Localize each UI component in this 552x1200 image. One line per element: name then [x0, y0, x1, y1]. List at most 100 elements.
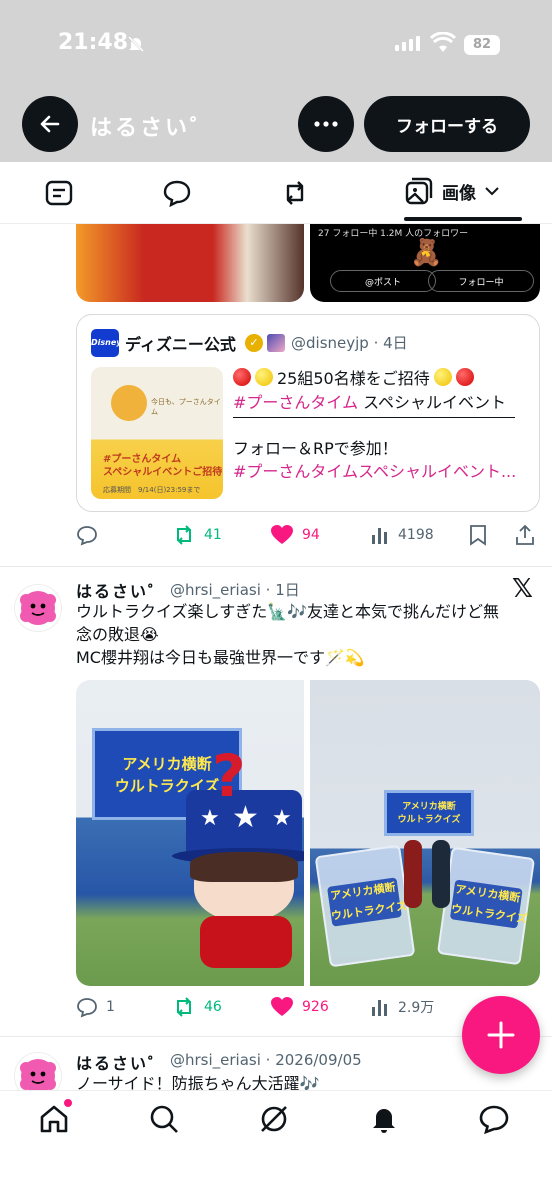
tweet-author-name-text: はるさい	[76, 1054, 149, 1073]
bell-muted-icon	[128, 36, 144, 52]
search-icon[interactable]	[148, 1103, 180, 1135]
images-tab-icon	[405, 177, 433, 205]
compose-post-button[interactable]	[462, 996, 540, 1074]
heart-filled-icon	[271, 525, 293, 544]
quiz-card-logo: アメリカ横断 ウルトラクイズ	[327, 877, 408, 927]
tweet-photo-plush[interactable]: アメリカ横断 ウルトラクイズ ★ ★ ★ ?	[76, 680, 304, 986]
tweet-divider	[0, 566, 552, 567]
grok-icon[interactable]	[258, 1103, 290, 1135]
profile-title-mark: ゜	[190, 116, 216, 141]
pooh-illustration-icon	[111, 385, 147, 421]
notifications-bell-icon[interactable]	[368, 1103, 400, 1135]
views-count: 4198	[398, 527, 434, 543]
quote-author-name: ディズニー公式	[125, 335, 236, 354]
back-button[interactable]	[22, 96, 78, 152]
messages-icon[interactable]	[478, 1103, 510, 1135]
quoted-tweet-card[interactable]: Disney ディズニー公式 ✓ @disneyjp · 4日 今日も、プーさん…	[76, 314, 540, 512]
tweet-author-name: はるさい゜	[76, 578, 166, 602]
tweet-text-line: 念の敗退😭	[76, 625, 159, 644]
quiz-card-logo: アメリカ横断 ウルトラクイズ	[449, 879, 528, 929]
tab-images[interactable]: 画像	[404, 176, 500, 206]
reply-icon	[77, 526, 97, 546]
tweet-author-name-mark: ゜	[148, 1054, 167, 1073]
status-time: 21:48	[58, 30, 129, 55]
question-mark-icon: ?	[212, 742, 246, 810]
profile-media-page: 21:48 82 はるさい゜ フォローする 画像 27 フォロー中 1.2M 人…	[0, 0, 552, 1200]
retweet-count: 41	[204, 527, 222, 543]
quote-line-2-rest: スペシャルイベント	[358, 393, 507, 412]
quiz-card: アメリカ横断 ウルトラクイズ	[436, 846, 536, 966]
follow-button[interactable]: フォローする	[364, 96, 530, 152]
prev-tweet-image-right[interactable]: 27 フォロー中 1.2M 人のフォロワー 🧸 @ポスト フォロー中	[310, 224, 540, 302]
quote-line-2: #プーさんタイム スペシャルイベント	[233, 389, 515, 418]
tweet-text-line: ノーサイド！防振ちゃん大活躍🎶	[76, 1074, 320, 1090]
bottom-navigation	[0, 1090, 552, 1200]
quote-line-1-text: 25組50名様をご招待	[277, 369, 430, 388]
heart-filled-icon	[271, 997, 293, 1016]
reply-button[interactable]	[76, 520, 106, 550]
media-filter-tabs: 画像	[0, 162, 552, 224]
like-button[interactable]: 926	[270, 992, 329, 1022]
quote-handle-time: @disneyjp · 4日	[291, 334, 408, 352]
views-button[interactable]: 2.9万	[370, 992, 434, 1022]
red-circle-icon	[233, 368, 251, 386]
hashtag-link[interactable]: #プーさんタイムスペシャルイベント...	[233, 458, 529, 482]
prev-image-post-button: @ポスト	[330, 270, 436, 292]
bear-illustration-icon: 🧸	[410, 238, 443, 268]
person-figure	[432, 840, 450, 908]
bookmark-icon[interactable]	[468, 524, 488, 546]
tweet-text-line: MC櫻井翔は今日も最強世界一です🪄💫	[76, 648, 365, 667]
share-icon[interactable]	[514, 524, 536, 546]
tweet-text: ノーサイド！防振ちゃん大活躍🎶	[76, 1072, 542, 1090]
thumb-caption: 今日も、プーさんタイム	[151, 398, 221, 416]
reply-icon	[77, 998, 97, 1018]
tweet-photo-stage[interactable]: アメリカ横断 ウルトラクイズ アメリカ横断 ウルトラクイズ アメリカ横断 ウルト…	[310, 680, 540, 986]
retweet-icon	[177, 997, 191, 1017]
thumb-footer: 応募期間 9/14(日)23:59まで	[103, 486, 201, 494]
posts-tab-icon[interactable]	[44, 178, 74, 208]
retweet-button[interactable]: 41	[172, 520, 222, 550]
avatar[interactable]	[14, 584, 62, 632]
reposts-tab-icon[interactable]	[280, 178, 310, 208]
like-count: 94	[302, 527, 320, 543]
tweet-author-name: はるさい゜	[76, 1050, 166, 1074]
home-icon[interactable]	[38, 1103, 70, 1135]
tweet-actions: 41 94 4198	[76, 520, 540, 550]
plush-body	[200, 916, 292, 968]
notification-dot	[64, 1099, 72, 1107]
views-chart-icon	[372, 528, 387, 544]
yellow-circle-icon	[255, 368, 273, 386]
wifi-icon	[430, 32, 456, 52]
stage-sign-far: アメリカ横断 ウルトラクイズ	[384, 790, 474, 836]
prev-tweet-image-left[interactable]	[76, 224, 304, 302]
replies-tab-icon[interactable]	[162, 178, 192, 208]
tweet-author-name-mark: ゜	[148, 582, 167, 601]
red-circle-icon	[455, 368, 474, 386]
plus-icon	[487, 1021, 515, 1049]
quote-thumbnail: 今日も、プーさんタイム #プーさんタイム スペシャルイベントご招待 応募期間 9…	[91, 367, 223, 499]
more-options-button[interactable]	[298, 96, 354, 152]
quote-line-1: 25組50名様をご招待	[233, 365, 474, 389]
pink-character-avatar-icon	[20, 591, 56, 625]
quote-avatar: Disney	[91, 329, 121, 357]
views-chart-icon	[372, 1000, 387, 1016]
prev-image-following-button: フォロー中	[428, 270, 534, 292]
views-count: 2.9万	[398, 1000, 435, 1016]
verified-badge-icon: ✓	[245, 334, 263, 352]
like-count: 926	[302, 999, 329, 1015]
like-button[interactable]: 94	[270, 520, 320, 550]
retweet-button[interactable]: 46	[172, 992, 222, 1022]
hashtag-link[interactable]: #プーさんタイム	[233, 393, 358, 412]
cellular-signal-icon	[395, 36, 420, 51]
retweet-count: 46	[204, 999, 222, 1015]
quiz-card: アメリカ横断 ウルトラクイズ	[314, 844, 416, 968]
reply-button[interactable]: 1	[76, 992, 115, 1022]
more-dots-icon	[314, 121, 338, 127]
tweet-author-name-text: はるさい	[76, 582, 149, 601]
tweet-handle-time: @hrsi_eriasi · 1日	[170, 581, 300, 599]
profile-title-text: はるさい	[90, 116, 191, 141]
quote-line-3: フォロー＆RPで参加！	[233, 439, 398, 458]
views-button[interactable]: 4198	[370, 520, 434, 550]
reply-count: 1	[106, 999, 115, 1015]
tab-images-label: 画像	[442, 183, 476, 204]
